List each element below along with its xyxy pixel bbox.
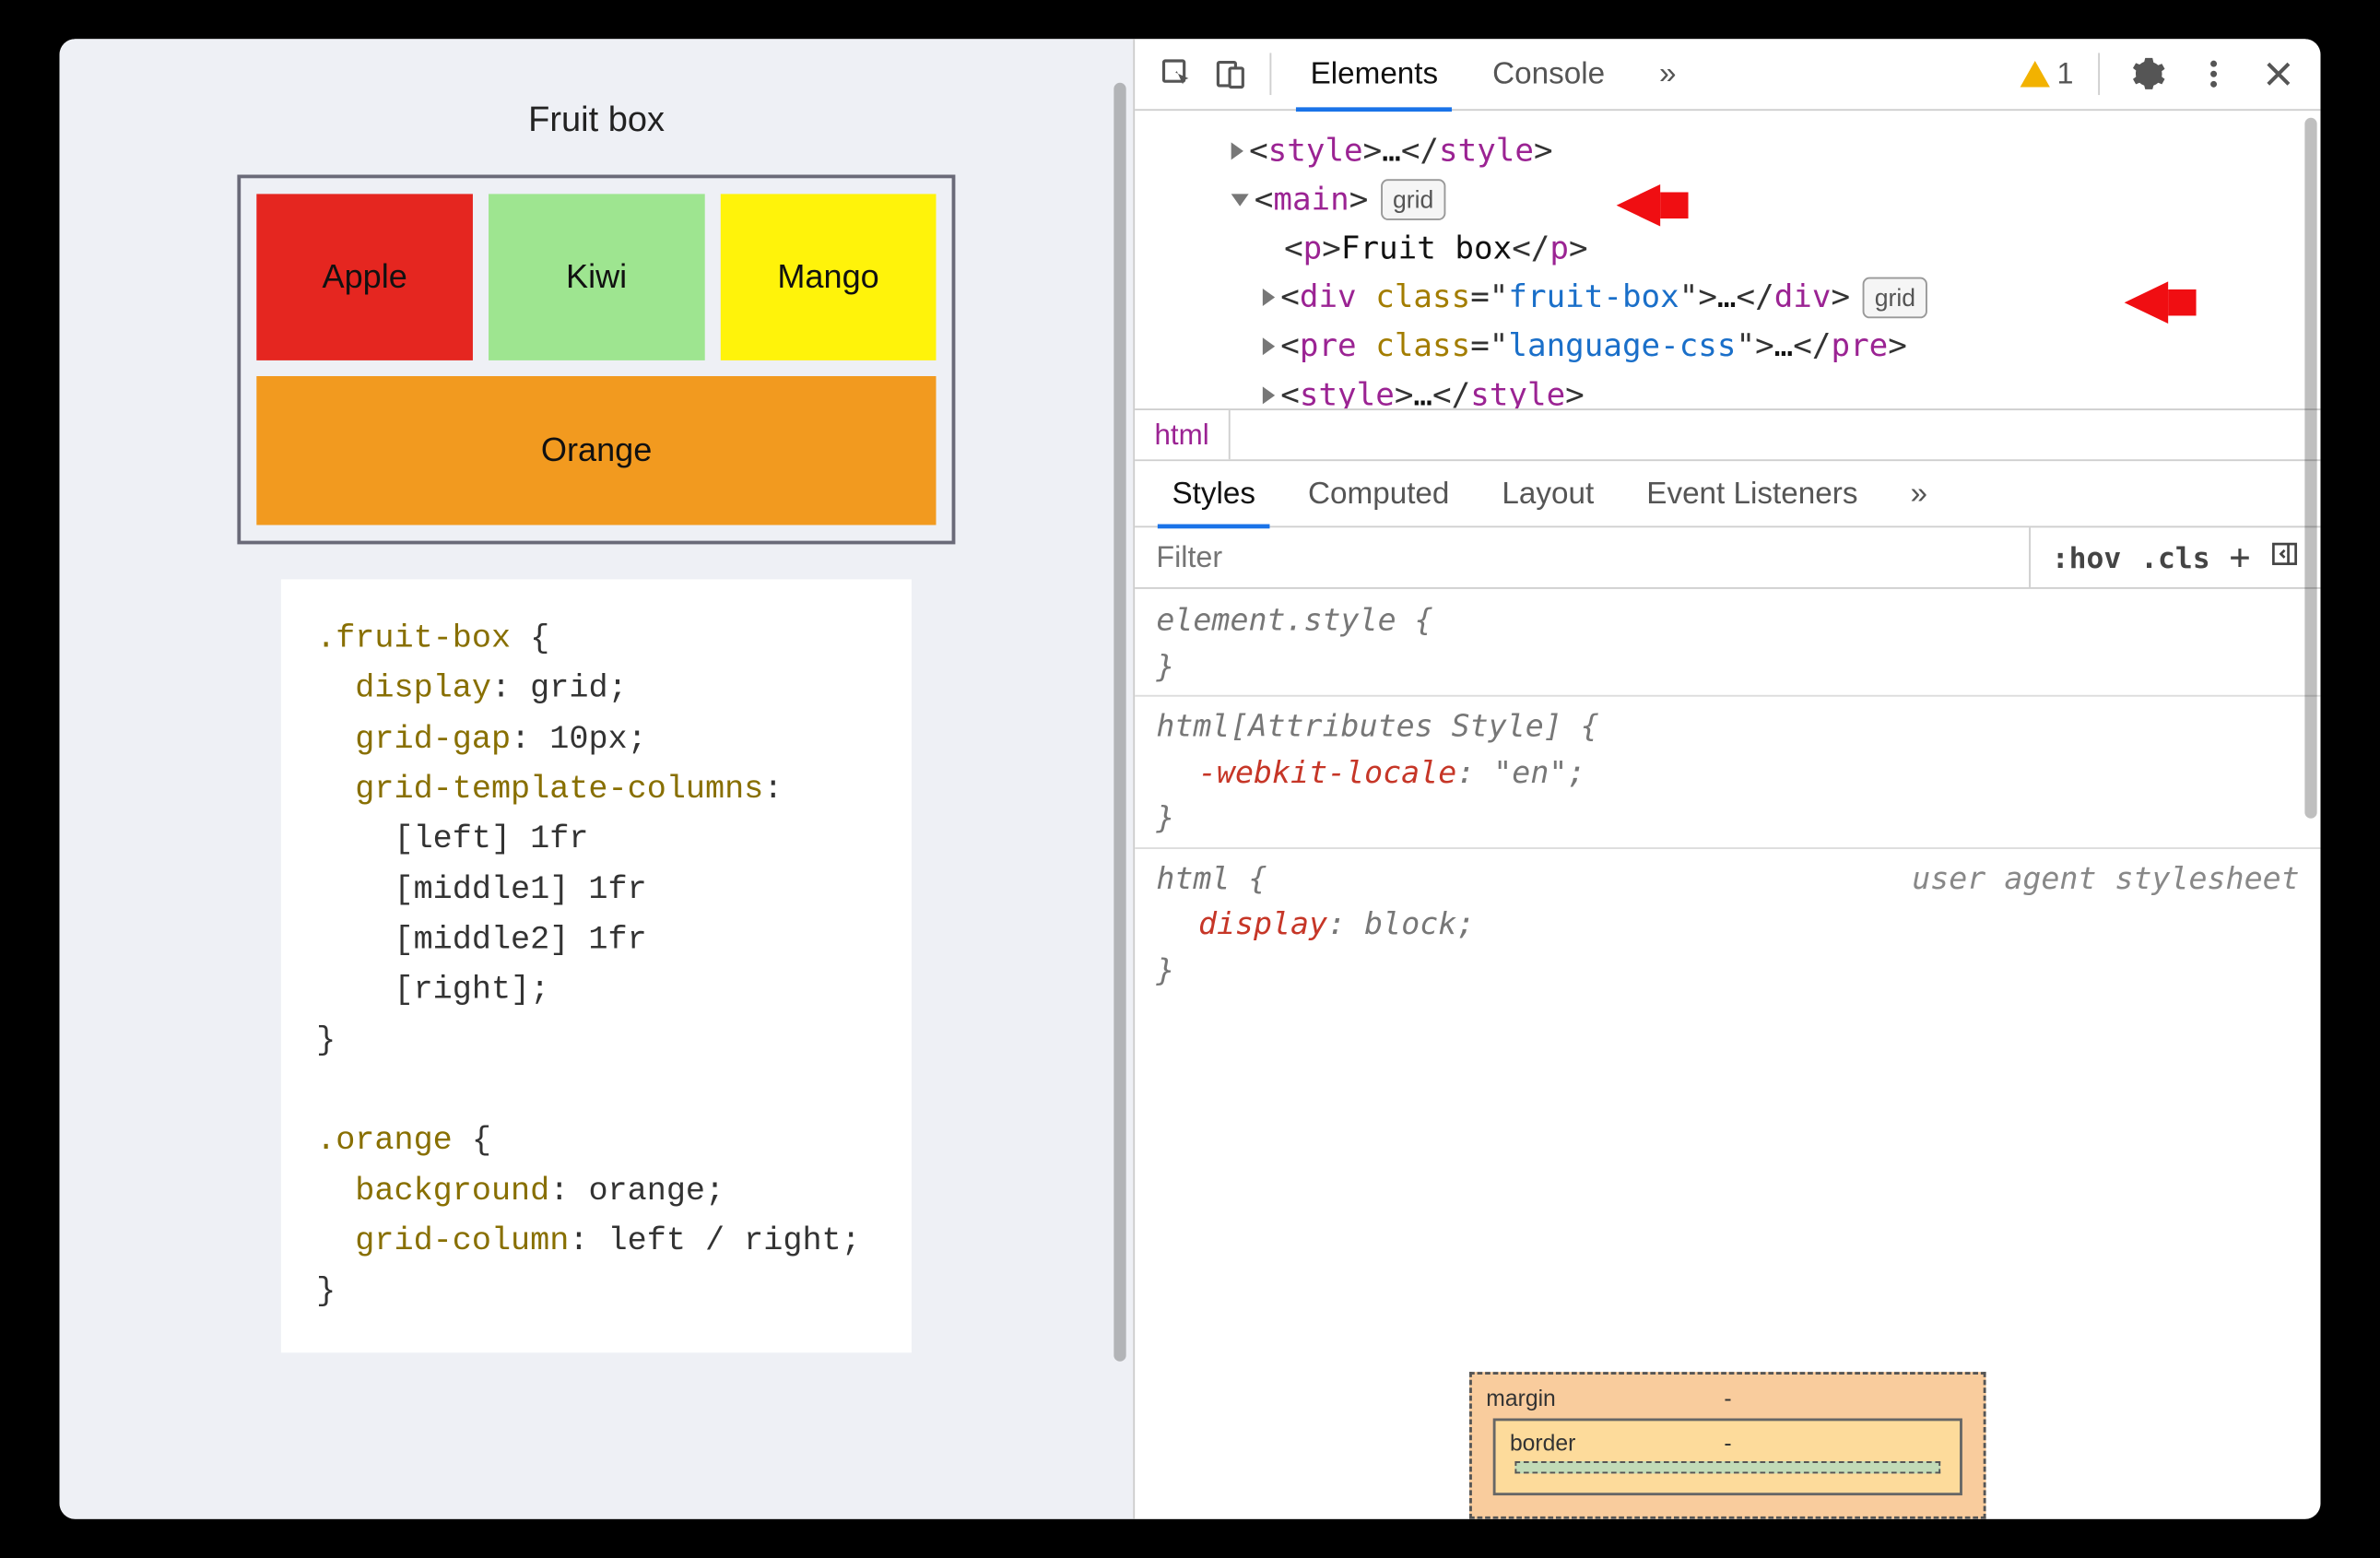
styles-filter-row: :hov .cls + <box>1136 527 2321 589</box>
toggle-pane-icon[interactable] <box>2269 539 2299 576</box>
rule-separator <box>1136 695 2321 697</box>
grid-badge[interactable]: grid <box>1862 277 1927 318</box>
tree-node-main[interactable]: <main> grid <box>1161 175 2320 224</box>
left-scrollbar[interactable] <box>1114 83 1126 1415</box>
new-rule-plus-button[interactable]: + <box>2230 537 2251 578</box>
hov-button[interactable]: :hov <box>2052 540 2122 574</box>
styles-tab-computed[interactable]: Computed <box>1283 460 1474 526</box>
right-scrollbar-thumb[interactable] <box>2304 118 2316 819</box>
device-toolbar-icon[interactable] <box>1207 50 1255 99</box>
box-model-diagram[interactable]: margin - border - <box>1469 1372 1985 1519</box>
devtools-panel: Elements Console » 1 <box>1134 39 2321 1519</box>
rule-source: user agent stylesheet <box>1912 856 2299 902</box>
styles-pane-tabs: Styles Computed Layout Event Listeners » <box>1136 461 2321 527</box>
right-scrollbar[interactable] <box>2304 118 2316 1493</box>
styles-tab-more[interactable]: » <box>1886 460 1952 526</box>
tree-node-div-fruitbox[interactable]: <div class="fruit-box">…</div> grid <box>1161 273 2320 322</box>
fruit-box-grid: Apple Kiwi Mango Orange <box>238 175 956 545</box>
devtools-toolbar: Elements Console » 1 <box>1136 39 2321 111</box>
styles-tab-event-listeners[interactable]: Event Listeners <box>1622 460 1882 526</box>
rule-selector: element.style { <box>1156 603 1432 638</box>
rendered-page-panel: Fruit box Apple Kiwi Mango Orange .fruit… <box>60 39 1134 1519</box>
settings-icon[interactable] <box>2125 50 2174 99</box>
rule-element-style[interactable]: element.style { } <box>1156 597 2299 690</box>
tree-node-style2[interactable]: <style>…</style> <box>1161 371 2320 408</box>
styles-filter-buttons: :hov .cls + <box>2029 527 2320 587</box>
box-model-border: border - <box>1493 1419 1962 1496</box>
toolbar-separator <box>2098 53 2100 95</box>
rule-prop: -webkit-locale <box>1198 755 1456 790</box>
fruit-kiwi: Kiwi <box>489 194 704 360</box>
fruit-mango: Mango <box>720 194 936 360</box>
rule-selector: html[Attributes Style] { <box>1156 709 1598 744</box>
tree-node-style[interactable]: <style>…</style> <box>1161 126 2320 175</box>
tab-elements[interactable]: Elements <box>1286 39 1463 110</box>
rule-prop: display <box>1198 907 1327 942</box>
disclosure-closed-icon[interactable] <box>1263 386 1275 404</box>
warning-icon <box>2021 61 2050 88</box>
tab-more[interactable]: » <box>1634 39 1701 110</box>
rule-value: "en" <box>1493 755 1567 790</box>
disclosure-closed-icon[interactable] <box>1263 337 1275 355</box>
disclosure-closed-icon[interactable] <box>1263 289 1275 306</box>
fruit-orange: Orange <box>257 376 937 525</box>
page-title: Fruit box <box>95 100 1099 140</box>
warning-badge[interactable]: 1 <box>2021 57 2074 91</box>
grid-badge[interactable]: grid <box>1381 179 1446 220</box>
box-model-padding <box>1515 1461 1941 1473</box>
box-model-margin-value: - <box>1724 1382 1731 1416</box>
kebab-menu-icon[interactable] <box>2189 50 2238 99</box>
cls-button[interactable]: .cls <box>2140 540 2210 574</box>
left-scrollbar-thumb[interactable] <box>1114 83 1126 1362</box>
box-model-margin-label: margin <box>1486 1382 1556 1416</box>
fruit-apple: Apple <box>257 194 473 360</box>
box-model-margin: margin - border - <box>1469 1372 1985 1519</box>
warning-count: 1 <box>2057 57 2074 91</box>
inspect-element-icon[interactable] <box>1153 50 1202 99</box>
tree-node-pre[interactable]: <pre class="language-css">…</pre> <box>1161 322 2320 371</box>
rule-separator <box>1136 847 2321 849</box>
rule-close: } <box>1156 953 1174 988</box>
disclosure-closed-icon[interactable] <box>1231 142 1243 159</box>
toolbar-right: 1 <box>2021 50 2303 99</box>
styles-filter-input[interactable] <box>1136 527 2029 587</box>
styles-tab-styles[interactable]: Styles <box>1148 460 1280 526</box>
tab-console[interactable]: Console <box>1467 39 1629 110</box>
toolbar-separator <box>1270 53 1272 95</box>
elements-tree[interactable]: <style>…</style> <main> grid <p>Fruit bo… <box>1136 111 2321 408</box>
rule-close: } <box>1156 801 1174 836</box>
rule-value: block <box>1364 907 1456 942</box>
breadcrumb-html[interactable]: html <box>1136 410 1231 459</box>
annotation-arrow-icon <box>1617 184 1661 227</box>
css-code-block: .fruit-box { display: grid; grid-gap: 10… <box>281 579 912 1352</box>
rule-html-attributes[interactable]: html[Attributes Style] { -webkit-locale:… <box>1156 703 2299 842</box>
devtools-window: Fruit box Apple Kiwi Mango Orange .fruit… <box>60 39 2321 1519</box>
rule-html-ua[interactable]: user agent stylesheet html { display: bl… <box>1156 856 2299 994</box>
rule-close: } <box>1156 649 1174 684</box>
tree-node-p[interactable]: <p>Fruit box</p> <box>1161 224 2320 273</box>
breadcrumb: html <box>1136 408 2321 461</box>
close-icon[interactable] <box>2254 50 2303 99</box>
styles-rules-body[interactable]: element.style { } html[Attributes Style]… <box>1136 589 2321 1519</box>
disclosure-open-icon[interactable] <box>1231 194 1249 206</box>
rule-selector: html { <box>1156 861 1267 896</box>
box-model-border-label: border <box>1510 1426 1575 1460</box>
box-model-border-value: - <box>1724 1426 1731 1460</box>
styles-tab-layout[interactable]: Layout <box>1478 460 1619 526</box>
annotation-arrow-icon <box>2125 282 2169 325</box>
